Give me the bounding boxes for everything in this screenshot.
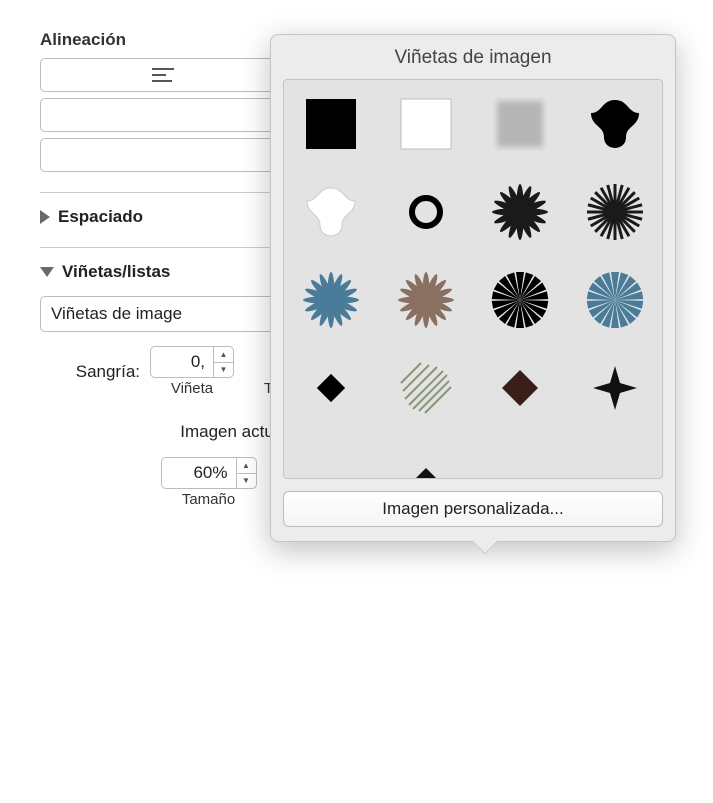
bullet-option-black-quatrefoil[interactable]: [581, 90, 649, 158]
bullet-option-triangle-peek[interactable]: [392, 442, 460, 479]
bullet-option-white-quatrefoil[interactable]: [297, 178, 365, 246]
size-stepper[interactable]: ▲▼: [237, 457, 257, 489]
bullet-option-black-starburst[interactable]: [486, 178, 554, 246]
chevron-right-icon: [40, 210, 50, 224]
bullet-option-black-starburst-fine[interactable]: [581, 178, 649, 246]
bullets-title: Viñetas/listas: [62, 262, 170, 282]
bullet-option-brown-starburst[interactable]: [392, 266, 460, 334]
bullet-option-black-diamond[interactable]: [297, 354, 365, 422]
bullet-option-black-ring[interactable]: [392, 178, 460, 246]
bullet-option-pinwheel-blue[interactable]: [581, 266, 649, 334]
size-label: Tamaño: [182, 491, 235, 508]
indent-bullet-stepper[interactable]: ▲▼: [214, 346, 234, 378]
stepper-down-icon[interactable]: ▼: [214, 363, 233, 378]
bullet-option-white-square[interactable]: [392, 90, 460, 158]
bullet-option-gray-square-soft[interactable]: [486, 90, 554, 158]
bullet-type-value: Viñetas de image: [51, 304, 182, 324]
stepper-down-icon[interactable]: ▼: [237, 474, 256, 489]
popover-arrow-icon: [473, 541, 497, 553]
align-left-button[interactable]: [40, 58, 286, 92]
bullet-option-black-square[interactable]: [297, 90, 365, 158]
spacing-title: Espaciado: [58, 207, 143, 227]
indent-bullet-sublabel: Viñeta: [171, 380, 213, 397]
bullet-option-brown-diamond-round[interactable]: [486, 354, 554, 422]
stepper-up-icon[interactable]: ▲: [214, 347, 233, 363]
bullet-grid: [283, 79, 663, 479]
chevron-down-icon: [40, 267, 54, 277]
align-left-icon: [150, 66, 176, 84]
popover-title: Viñetas de imagen: [283, 47, 663, 69]
size-input[interactable]: 60%: [161, 457, 237, 489]
bullet-option-blue-starburst[interactable]: [297, 266, 365, 334]
stepper-up-icon[interactable]: ▲: [237, 458, 256, 474]
bullet-option-scribble-green[interactable]: [392, 354, 460, 422]
bullet-option-black-sparkle[interactable]: [581, 354, 649, 422]
indent-label: Sangría:: [40, 362, 150, 382]
custom-image-button[interactable]: Imagen personalizada...: [283, 491, 663, 527]
image-bullets-popover: Viñetas de imagen: [270, 34, 676, 542]
indent-bullet-input[interactable]: 0,: [150, 346, 214, 378]
bullet-option-pinwheel-black[interactable]: [486, 266, 554, 334]
